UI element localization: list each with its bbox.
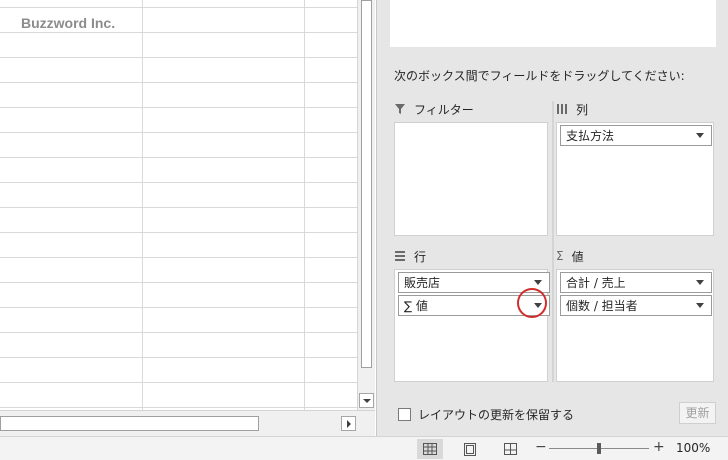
columns-icon	[556, 103, 568, 115]
field-chip-store[interactable]: 販売店	[398, 272, 550, 293]
normal-view-button[interactable]	[417, 439, 443, 459]
defer-update-option[interactable]: レイアウトの更新を保留する	[398, 406, 574, 423]
zoom-level[interactable]: 100%	[676, 441, 710, 455]
dropdown-arrow-icon[interactable]	[534, 280, 542, 285]
field-chip-sum-sales[interactable]: 合計 / 売上	[560, 272, 712, 293]
pivottable-fields-pane: 次のボックス間でフィールドをドラッグしてください: フィルター 列 支払方法 行…	[376, 0, 728, 436]
row-gridline	[0, 182, 357, 183]
status-bar: − + 100%	[0, 436, 728, 460]
rows-drop-box[interactable]: 販売店 ∑ 値	[394, 269, 550, 382]
row-gridline	[0, 82, 357, 83]
column-gridline	[304, 0, 305, 410]
worksheet-grid[interactable]: Buzzword Inc.	[0, 0, 357, 410]
values-area-header: Σ 値	[556, 247, 584, 265]
row-gridline	[0, 207, 357, 208]
filter-area: フィルター	[394, 100, 548, 236]
rows-area-label: 行	[414, 249, 427, 264]
dropdown-arrow-icon[interactable]	[696, 133, 704, 138]
values-area: Σ 値 合計 / 売上 個数 / 担当者	[556, 247, 714, 382]
field-chip-count-staff[interactable]: 個数 / 担当者	[560, 295, 712, 316]
filter-area-header: フィルター	[394, 100, 474, 118]
row-gridline	[0, 7, 357, 8]
values-area-label: 値	[571, 249, 584, 264]
page-break-view-button[interactable]	[497, 439, 523, 459]
row-gridline	[0, 407, 357, 408]
row-gridline	[0, 232, 357, 233]
drag-instruction: 次のボックス間でフィールドをドラッグしてください:	[394, 69, 685, 83]
row-gridline	[0, 132, 357, 133]
field-chip-label: ∑ 値	[404, 299, 428, 313]
columns-area-header: 列	[556, 100, 588, 118]
vertical-scrollbar[interactable]	[357, 0, 375, 410]
row-gridline	[0, 332, 357, 333]
row-gridline	[0, 282, 357, 283]
dropdown-arrow-icon[interactable]	[696, 303, 704, 308]
row-gridline	[0, 32, 357, 33]
field-list-box[interactable]	[390, 0, 716, 47]
scroll-down-button[interactable]	[359, 393, 374, 408]
defer-update-label: レイアウトの更新を保留する	[418, 408, 575, 422]
page-layout-icon	[464, 442, 476, 456]
row-gridline	[0, 57, 357, 58]
page-layout-view-button[interactable]	[457, 439, 483, 459]
field-chip-label: 支払方法	[566, 129, 615, 143]
zoom-slider-thumb[interactable]	[597, 443, 601, 454]
watermark-text: Buzzword Inc.	[21, 15, 116, 31]
area-divider	[552, 101, 554, 382]
row-gridline	[0, 257, 357, 258]
rows-icon	[394, 250, 406, 262]
field-chip-label: 販売店	[404, 276, 441, 290]
zoom-out-button[interactable]: −	[535, 439, 547, 455]
update-button[interactable]: 更新	[679, 402, 716, 424]
horizontal-scroll-thumb[interactable]	[0, 416, 259, 431]
columns-area: 列 支払方法	[556, 100, 714, 236]
rows-area-header: 行	[394, 247, 426, 265]
scroll-right-button[interactable]	[341, 416, 356, 431]
row-gridline	[0, 107, 357, 108]
field-chip-payment-method[interactable]: 支払方法	[560, 125, 712, 146]
filter-icon	[394, 103, 406, 115]
row-gridline	[0, 357, 357, 358]
defer-update-checkbox[interactable]	[398, 408, 411, 421]
normal-view-icon	[423, 443, 437, 455]
columns-drop-box[interactable]: 支払方法	[556, 122, 714, 236]
page-break-icon	[503, 443, 517, 455]
row-gridline	[0, 157, 357, 158]
sheet-tab-bar	[0, 410, 375, 436]
field-chip-label: 個数 / 担当者	[566, 299, 638, 313]
row-gridline	[0, 307, 357, 308]
sigma-icon: Σ	[556, 249, 564, 263]
dropdown-arrow-icon[interactable]	[696, 280, 704, 285]
filter-area-label: フィルター	[414, 102, 474, 117]
filter-drop-box[interactable]	[394, 122, 548, 236]
dropdown-arrow-icon[interactable]	[534, 303, 542, 308]
values-drop-box[interactable]: 合計 / 売上 個数 / 担当者	[556, 269, 714, 382]
rows-area: 行 販売店 ∑ 値	[394, 247, 550, 382]
field-chip-label: 合計 / 売上	[566, 276, 626, 290]
row-gridline	[0, 382, 357, 383]
column-gridline	[142, 0, 143, 410]
field-chip-values[interactable]: ∑ 値	[398, 295, 550, 316]
zoom-in-button[interactable]: +	[653, 439, 665, 455]
vertical-scroll-thumb[interactable]	[361, 0, 372, 368]
columns-area-label: 列	[576, 102, 589, 117]
